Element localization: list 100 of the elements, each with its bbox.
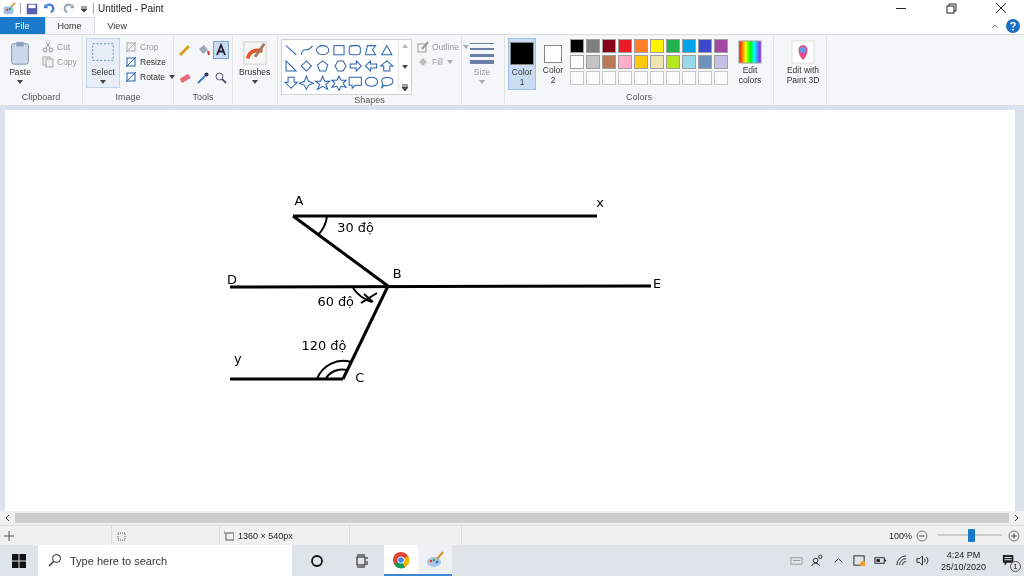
undo-icon[interactable] <box>43 1 57 16</box>
empty-swatch[interactable] <box>682 71 696 85</box>
help-icon[interactable] <box>1006 18 1020 33</box>
save-icon[interactable] <box>25 1 39 16</box>
fill-icon <box>417 56 429 68</box>
scissors-icon <box>42 41 54 53</box>
browser-icon <box>392 550 410 569</box>
point-label: x <box>596 195 604 211</box>
group-label: Shapes <box>354 95 385 105</box>
action-center-button[interactable]: 1 <box>994 545 1024 576</box>
caret-icon <box>99 78 107 86</box>
paint3d-button[interactable]: Edit with Paint 3D <box>777 38 829 87</box>
zoom-level-text: 100% <box>888 530 912 541</box>
color-slot-button[interactable]: Color 2 <box>539 38 567 90</box>
brush-icon <box>240 40 269 66</box>
palette-swatch[interactable] <box>650 39 664 53</box>
frame-icon <box>125 71 137 83</box>
selection-size-icon <box>116 530 126 541</box>
group-label: Clipboard <box>21 92 61 104</box>
empty-swatch[interactable] <box>714 71 728 85</box>
more-shapes-icon[interactable] <box>401 84 409 92</box>
cortana-icon[interactable] <box>310 553 324 568</box>
paint3d-icon <box>791 40 815 64</box>
palette-swatch[interactable] <box>570 39 584 53</box>
palette-icon <box>426 550 444 569</box>
ribbon-tab[interactable]: View <box>94 17 140 34</box>
scroll-up-icon[interactable] <box>401 42 409 50</box>
edit-colors-button[interactable]: Edit colors <box>731 38 769 87</box>
people-icon[interactable] <box>810 554 824 567</box>
palette-swatch[interactable] <box>666 39 680 53</box>
ribbon-tab[interactable]: Home <box>44 17 95 34</box>
empty-swatch[interactable] <box>618 71 632 85</box>
taskbar-search-field[interactable]: Type here to search <box>38 545 292 576</box>
magnifier-icon <box>214 70 228 85</box>
empty-swatch[interactable] <box>698 71 712 85</box>
color-slot-button[interactable]: Color 1 <box>508 38 536 90</box>
paste-button[interactable]: Paste <box>3 38 37 88</box>
task-view-icon[interactable] <box>356 553 370 568</box>
caret-icon <box>478 78 486 86</box>
scroll-down-icon[interactable] <box>401 63 409 71</box>
brushes-button[interactable]: Brushes <box>236 38 274 88</box>
angle-label: 120 độ <box>301 338 347 354</box>
select-button[interactable]: Select <box>86 38 120 88</box>
palette-swatch[interactable] <box>714 39 728 53</box>
zoom-in-icon[interactable] <box>1008 529 1020 542</box>
keyboard-icon[interactable] <box>789 554 803 567</box>
paint-taskbar-button[interactable] <box>418 545 452 576</box>
zoom-slider-thumb[interactable] <box>968 529 976 542</box>
battery-icon[interactable] <box>873 554 887 567</box>
caret-icon <box>168 73 177 81</box>
palette-swatch[interactable] <box>698 39 712 53</box>
frame-icon <box>125 56 137 68</box>
palette-swatch[interactable] <box>698 55 712 69</box>
palette-swatch[interactable] <box>634 55 648 69</box>
start-icon[interactable] <box>12 553 26 568</box>
palette-swatch[interactable] <box>618 39 632 53</box>
palette-swatch[interactable] <box>602 39 616 53</box>
cursor-position-icon <box>4 530 14 541</box>
point-label: y <box>234 351 242 367</box>
browser-taskbar-button[interactable] <box>384 545 418 576</box>
empty-swatch[interactable] <box>650 71 664 85</box>
point-label: A <box>294 193 304 209</box>
palette-swatch[interactable] <box>650 55 664 69</box>
palette-swatch[interactable] <box>586 55 600 69</box>
empty-swatch[interactable] <box>586 71 600 85</box>
empty-swatch[interactable] <box>666 71 680 85</box>
zoom-out-icon[interactable] <box>916 529 928 542</box>
display-icon[interactable] <box>852 554 866 567</box>
empty-swatch[interactable] <box>570 71 584 85</box>
point-label: D <box>227 271 238 287</box>
speaker-icon[interactable] <box>915 554 929 567</box>
scrollbar-thumb[interactable] <box>15 513 1009 523</box>
customize-caret-icon[interactable] <box>79 3 89 14</box>
rainbow-icon <box>738 40 762 64</box>
notification-count-badge: 1 <box>1010 561 1021 572</box>
line-widths-icon <box>468 40 496 66</box>
palette-swatch[interactable] <box>618 55 632 69</box>
ribbon-tab[interactable]: File <box>0 17 45 34</box>
palette-swatch[interactable] <box>570 55 584 69</box>
clock-date: 25/10/2020 <box>940 560 986 573</box>
palette-swatch[interactable] <box>602 55 616 69</box>
shape-gallery[interactable] <box>281 39 412 95</box>
empty-swatch[interactable] <box>634 71 648 85</box>
palette-swatch[interactable] <box>666 55 680 69</box>
palette-swatch[interactable] <box>682 39 696 53</box>
palette-swatch[interactable] <box>714 55 728 69</box>
palette-swatch[interactable] <box>634 39 648 53</box>
palette-swatch[interactable] <box>682 55 696 69</box>
point-label: E <box>652 275 662 291</box>
empty-swatch[interactable] <box>602 71 616 85</box>
canvas-size-icon <box>224 530 234 541</box>
palette-swatch[interactable] <box>586 39 600 53</box>
image-button[interactable]: Rotate <box>123 70 179 84</box>
clock[interactable]: 4:24 PM 25/10/2020 <box>932 548 994 573</box>
angle-label: 60 độ <box>317 293 354 309</box>
drawing-canvas[interactable]: A x 30 độ D B E 60 độ 120 độ y C <box>5 110 1015 511</box>
text-tool-button[interactable] <box>213 41 229 59</box>
image-button[interactable]: Resize <box>123 55 179 69</box>
wifi-icon[interactable] <box>894 554 908 567</box>
copy-icon <box>42 56 54 68</box>
